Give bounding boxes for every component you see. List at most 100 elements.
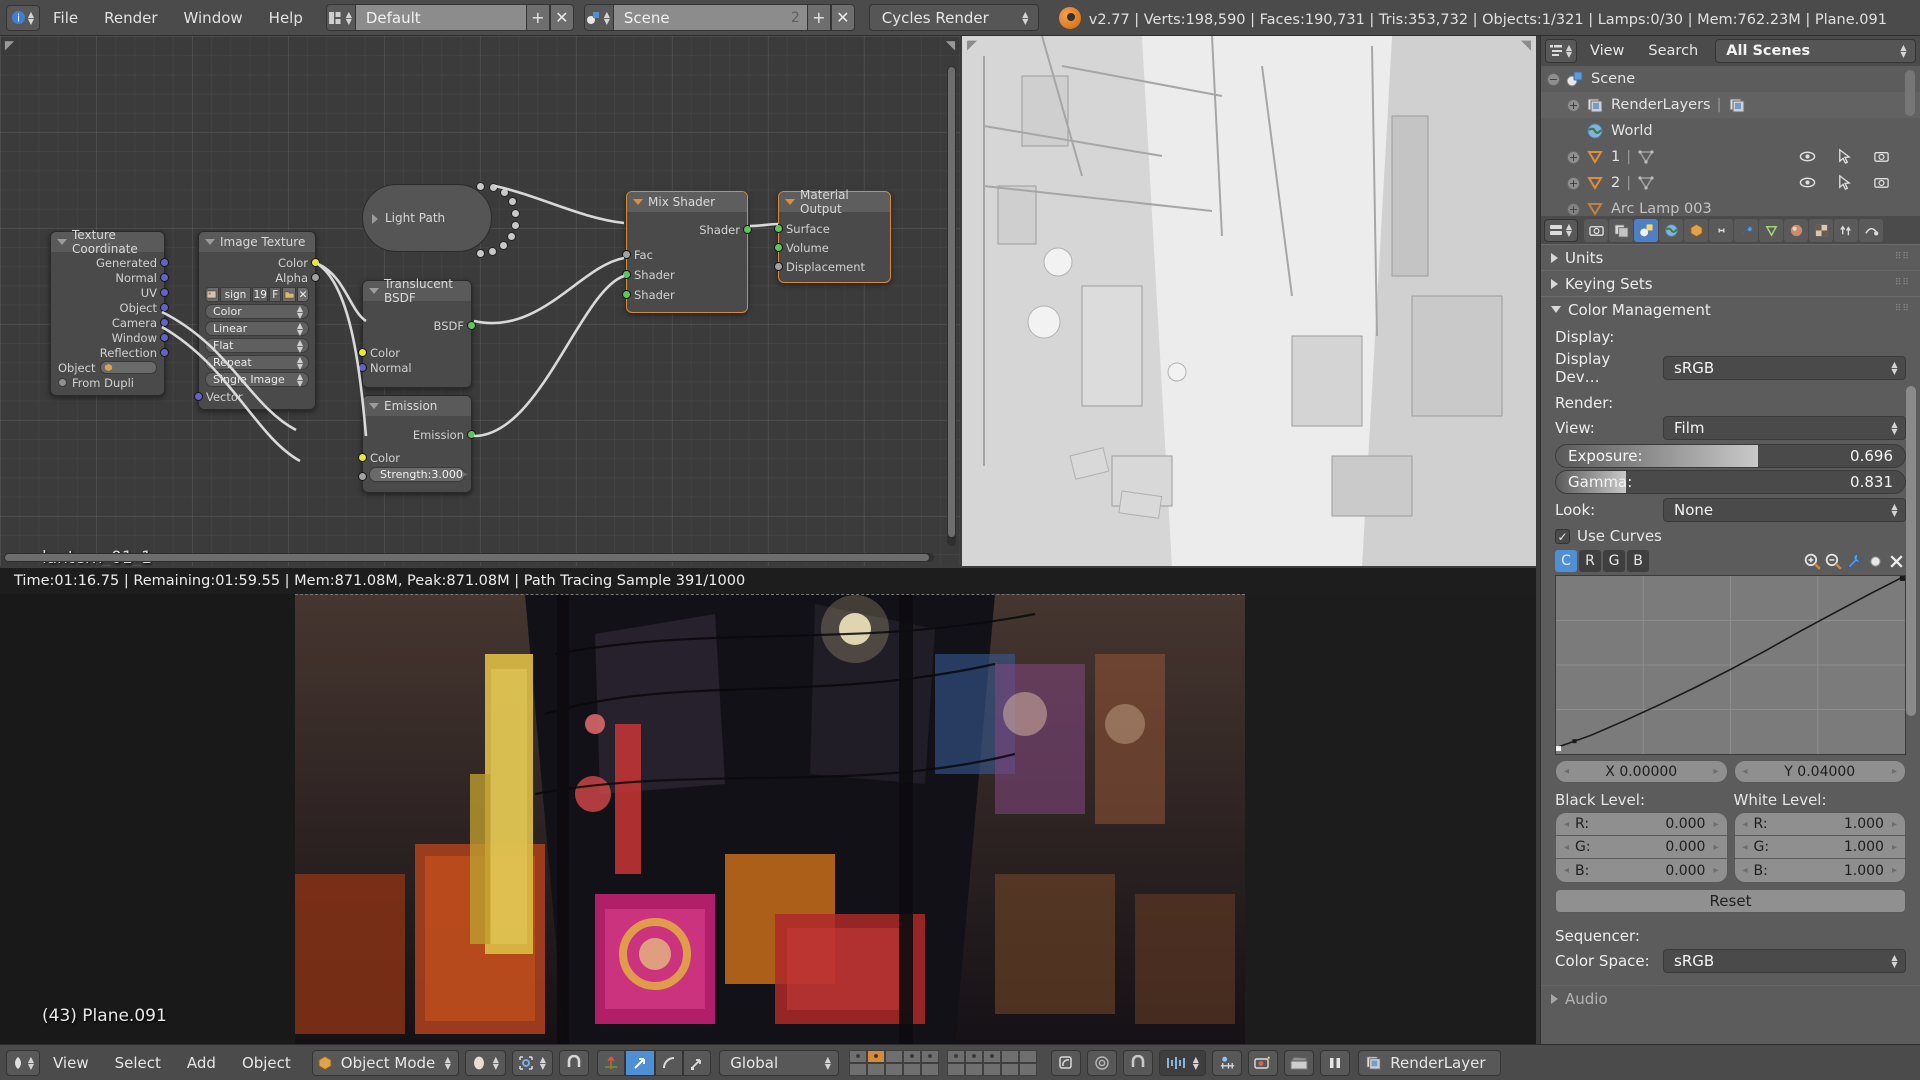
socket-row-fac-in[interactable]: Fac [622,247,747,262]
pause-render-toggle[interactable] [1320,1049,1351,1076]
proportional-editing-select[interactable] [1051,1049,1082,1076]
panel-grip-icon[interactable]: ⠿⠿ [1895,305,1910,314]
socket-icon[interactable] [160,258,169,267]
proportional-falloff-select[interactable] [1087,1049,1118,1076]
selectability-cursor-icon[interactable] [1836,174,1855,193]
expand-triangle-icon[interactable] [1551,993,1558,1004]
socket-icon[interactable] [774,224,783,233]
translate-manipulator-toggle[interactable] [625,1049,656,1076]
open-image-icon[interactable] [282,287,296,302]
viewport-shading-select[interactable]: ▲ ▼ [465,1049,507,1076]
render-engine-select[interactable]: Cycles Render ▲ ▼ [868,4,1039,31]
socket-row-emission-out[interactable]: Emission [363,427,476,442]
expand-triangle-icon[interactable] [1551,278,1558,289]
tab-material[interactable] [1784,218,1808,242]
curve-channel-g[interactable]: G [1603,550,1625,572]
add-layout-button[interactable]: + [525,4,550,31]
layer-cell[interactable] [1019,1062,1038,1076]
curve-channel-b[interactable]: B [1627,550,1649,572]
outliner-row-object-3[interactable]: + Arc Lamp 003 [1541,196,1920,216]
decrement-icon[interactable]: ◂ [1743,766,1748,777]
layer-cell[interactable] [947,1049,966,1063]
socket-icon[interactable] [194,392,203,401]
socket-icon[interactable] [160,348,169,357]
checkbox-icon[interactable]: ✓ [1555,528,1570,544]
socket-row-color-in[interactable]: Color [358,450,471,465]
increment-icon[interactable]: ▸ [1892,865,1897,876]
area-corner-handle-tr[interactable]: ◥ [1519,39,1533,53]
socket-icon[interactable] [358,348,367,357]
decrement-icon[interactable]: ◂ [1743,865,1748,876]
interaction-mode-select[interactable]: Object Mode ▲ ▼ [311,1049,460,1076]
socket-row-vector-in[interactable]: Vector [194,389,315,404]
expand-triangle-icon[interactable] [372,214,378,224]
tab-particles[interactable] [1834,218,1858,242]
socket-icon[interactable] [311,258,320,267]
white-level-b[interactable]: ◂ B: 1.000 ▸ [1735,859,1906,882]
panel-grip-icon[interactable]: ⠿⠿ [1895,253,1910,262]
layer-cell[interactable] [885,1049,904,1063]
socket-icon[interactable] [489,183,498,192]
node-header[interactable]: Material Output [779,188,890,216]
reset-curve-button[interactable]: Reset [1555,889,1906,913]
scale-manipulator-toggle[interactable] [683,1049,712,1076]
layer-cell[interactable] [947,1062,966,1076]
white-level-r[interactable]: ◂ R: 1.000 ▸ [1734,813,1905,836]
decrement-icon[interactable]: ◂ [1743,842,1748,853]
rendered-image[interactable] [295,594,1245,1044]
increment-icon[interactable]: ▸ [1713,842,1718,853]
socket-icon[interactable] [160,273,169,282]
tab-object[interactable] [1684,218,1708,242]
socket-icon[interactable] [467,321,476,330]
curve-channel-r[interactable]: R [1579,550,1601,572]
outliner-scrollbar[interactable] [1905,70,1915,116]
scene-layers-grid[interactable] [849,1049,1045,1076]
delete-scene-button[interactable]: ✕ [830,4,855,31]
unlink-image-button[interactable]: ✕ [296,287,309,302]
increment-icon[interactable]: ▸ [1892,842,1897,853]
layer-cell[interactable] [921,1062,940,1076]
screen-layout-icon[interactable]: ▲ ▼ [325,4,356,31]
renderability-camera-icon[interactable] [1873,148,1892,167]
image-datablock-row[interactable]: sign 19 F ✕ [205,287,309,302]
snap-magnet-toggle[interactable] [1123,1049,1154,1076]
tab-texture[interactable] [1809,218,1833,242]
viewport-menu-add[interactable]: Add [174,1054,229,1072]
black-level-g[interactable]: ◂ G: 0.000 ▸ [1556,836,1727,859]
tab-modifiers[interactable] [1734,218,1758,242]
socket-icon[interactable] [476,182,485,191]
node-editor-hscrollbar[interactable] [4,553,934,562]
layer-cell[interactable] [983,1062,1002,1076]
look-select[interactable]: None ▲ ▼ [1663,498,1906,522]
from-dupli-row[interactable]: From Dupli [51,375,164,390]
zoom-in-icon[interactable] [1803,552,1822,571]
socket-row-object[interactable]: Object [51,300,169,315]
socket-icon[interactable] [311,273,320,282]
socket-icon[interactable] [511,209,520,218]
socket-icon[interactable] [500,188,509,197]
socket-row-normal-in[interactable]: Normal [358,360,471,375]
outliner-menu-search[interactable]: Search [1637,43,1709,59]
snap-target-select[interactable] [1212,1049,1243,1076]
viewport-menu-object[interactable]: Object [229,1054,304,1072]
socket-icon[interactable] [622,290,631,299]
collapse-triangle-icon[interactable] [369,288,379,294]
node-mix-shader[interactable]: Mix Shader Shader Fac Shader Shader [622,191,752,313]
viewport-menu-view[interactable]: View [40,1054,102,1072]
increment-icon[interactable]: ▸ [1892,819,1897,830]
socket-icon[interactable] [467,430,476,439]
decrement-icon[interactable]: ◂ [1564,842,1569,853]
socket-icon[interactable] [622,250,631,259]
display-device-select[interactable]: sRGB ▲ ▼ [1663,356,1906,380]
outliner-row-world[interactable]: World [1541,118,1920,144]
strength-row[interactable]: ◂ Strength: 3.000 ▸ [358,467,471,482]
fake-user-toggle[interactable]: F [269,287,282,302]
node-header[interactable]: Image Texture [199,232,315,252]
socket-icon[interactable] [358,453,367,462]
transform-orientation-select[interactable]: Global ▲ ▼ [719,1049,840,1076]
rgb-curve-widget[interactable] [1555,575,1906,755]
object-picker-row[interactable]: Object [51,360,164,375]
socket-icon[interactable] [160,318,169,327]
node-texture-coordinate[interactable]: Texture Coordinate Generated Normal UV O… [50,228,169,396]
panel-header-audio[interactable]: Audio [1541,985,1920,1011]
